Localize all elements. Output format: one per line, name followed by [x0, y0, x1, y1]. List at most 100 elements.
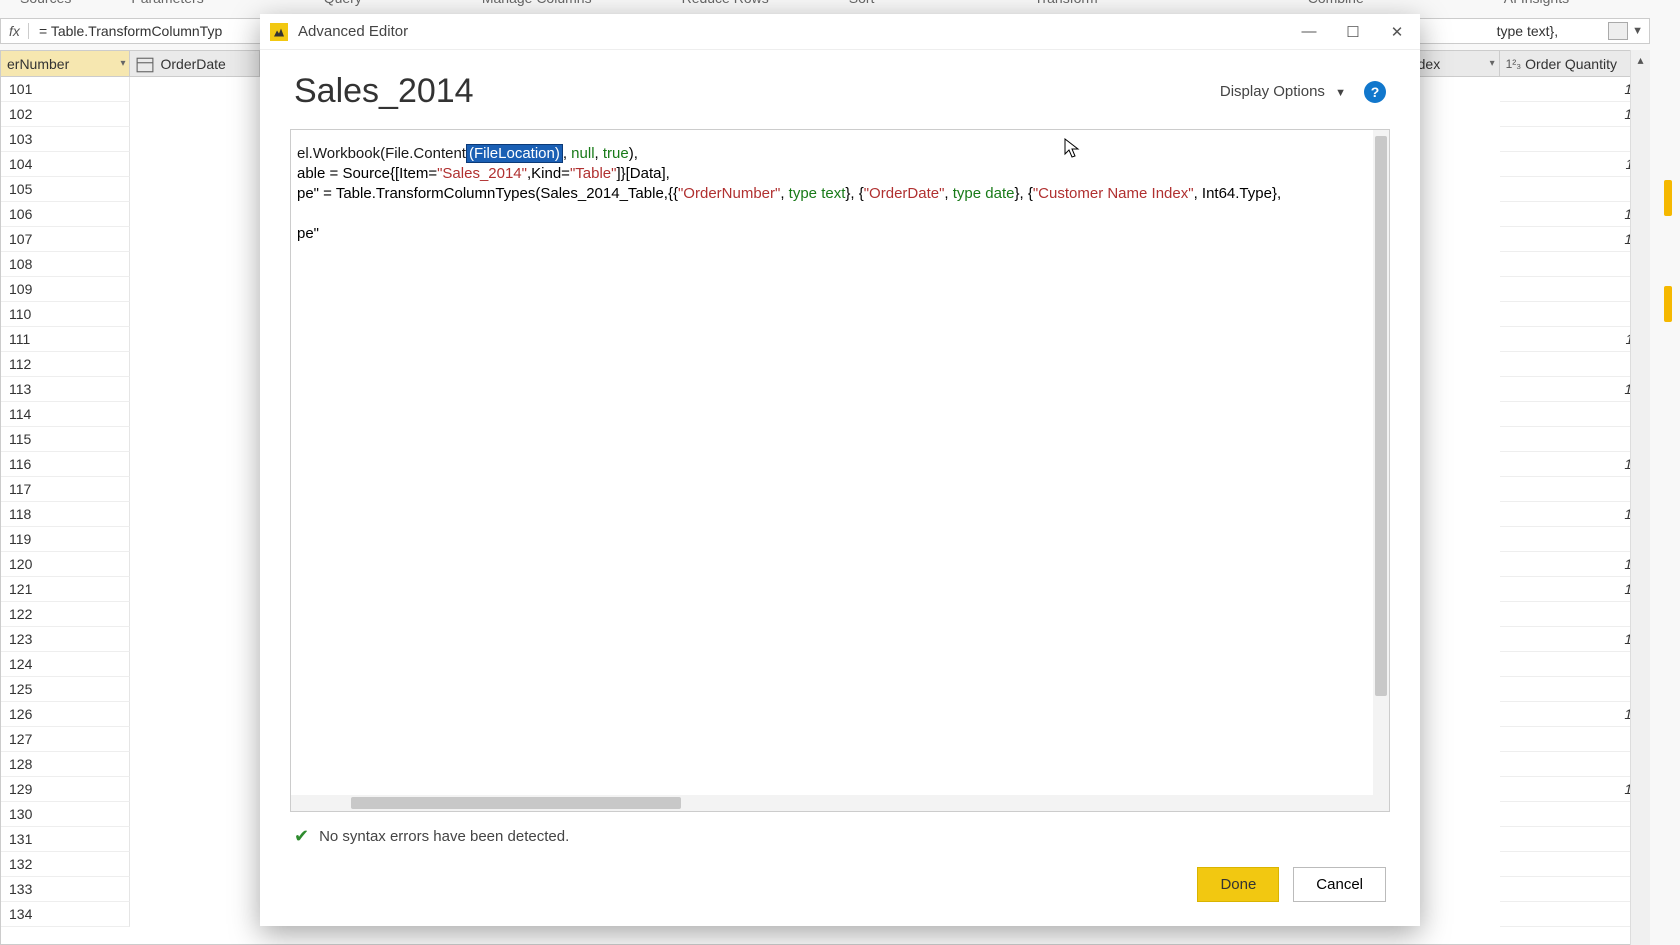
done-button[interactable]: Done [1197, 867, 1279, 902]
chevron-down-icon[interactable]: ▾ [120, 58, 125, 69]
quantity-cell[interactable]: 10 [1500, 577, 1649, 602]
column-header-quantity[interactable]: 1²₃ Order Quantity [1500, 51, 1649, 76]
quantity-cell[interactable]: 9 [1500, 652, 1649, 677]
ribbon-tab[interactable]: Manage Columns [452, 0, 622, 10]
formula-preview-box[interactable] [1608, 22, 1628, 40]
quantity-cell[interactable]: 7 [1500, 252, 1649, 277]
vertical-scrollbar[interactable] [1373, 130, 1389, 795]
row-id-cell[interactable]: 131 [1, 827, 130, 852]
quantity-cell[interactable]: 12 [1500, 227, 1649, 252]
scroll-up-arrow-icon[interactable]: ▴ [1631, 50, 1650, 70]
ribbon-tab[interactable]: Query [294, 0, 392, 10]
quantity-cell[interactable]: 7 [1500, 752, 1649, 777]
quantity-cell[interactable]: 13 [1500, 102, 1649, 127]
row-id-cell[interactable]: 110 [1, 302, 130, 327]
ribbon-tab[interactable]: Parameters [101, 0, 233, 10]
row-id-cell[interactable]: 115 [1, 427, 130, 452]
row-id-cell[interactable]: 107 [1, 227, 130, 252]
quantity-cell[interactable]: 6 [1500, 827, 1649, 852]
quantity-cell[interactable]: 5 [1500, 352, 1649, 377]
row-id-cell[interactable]: 119 [1, 527, 130, 552]
ribbon-tab[interactable]: AI Insights [1474, 0, 1599, 10]
ribbon-tab[interactable]: Combine [1278, 0, 1394, 10]
row-id-cell[interactable]: 114 [1, 402, 130, 427]
row-id-cell[interactable]: 126 [1, 702, 130, 727]
row-id-cell[interactable]: 118 [1, 502, 130, 527]
row-id-cell[interactable]: 101 [1, 77, 130, 102]
quantity-cell[interactable]: 2 [1500, 602, 1649, 627]
ribbon-tab[interactable]: Reduce Rows [652, 0, 799, 10]
quantity-cell[interactable]: 12 [1500, 377, 1649, 402]
minimize-button[interactable]: — [1296, 23, 1322, 41]
row-id-cell[interactable]: 127 [1, 727, 130, 752]
fx-button[interactable]: fx [1, 23, 29, 39]
row-id-cell[interactable]: 104 [1, 152, 130, 177]
row-id-cell[interactable]: 122 [1, 602, 130, 627]
quantity-cell[interactable]: 12 [1500, 777, 1649, 802]
row-id-cell[interactable]: 125 [1, 677, 130, 702]
ribbon-tab[interactable]: Sources [0, 0, 101, 10]
quantity-cell[interactable]: 4 [1500, 477, 1649, 502]
formula-text[interactable]: = Table.TransformColumnTyp [39, 23, 222, 39]
quantity-cell[interactable]: 15 [1500, 502, 1649, 527]
help-icon[interactable]: ? [1364, 81, 1386, 103]
quantity-cell[interactable]: 7 [1500, 177, 1649, 202]
column-header-orderdate[interactable]: OrderDate [130, 51, 259, 76]
quantity-cell[interactable]: 4 [1500, 677, 1649, 702]
row-id-cell[interactable]: 109 [1, 277, 130, 302]
row-id-cell[interactable]: 103 [1, 127, 130, 152]
dialog-titlebar[interactable]: Advanced Editor — ☐ ✕ [260, 14, 1420, 50]
row-id-cell[interactable]: 102 [1, 102, 130, 127]
quantity-cell[interactable]: 14 [1500, 627, 1649, 652]
quantity-cell[interactable]: 11 [1500, 327, 1649, 352]
code-selection[interactable]: (FileLocation) [466, 144, 563, 163]
quantity-cell[interactable]: 5 [1500, 127, 1649, 152]
row-id-cell[interactable]: 129 [1, 777, 130, 802]
row-id-cell[interactable]: 113 [1, 377, 130, 402]
row-id-cell[interactable]: 117 [1, 477, 130, 502]
scrollbar-thumb[interactable] [351, 797, 681, 809]
ribbon-tab[interactable]: Transform [1004, 0, 1127, 10]
row-id-cell[interactable]: 123 [1, 627, 130, 652]
row-id-cell[interactable]: 108 [1, 252, 130, 277]
horizontal-scrollbar[interactable] [291, 795, 1389, 811]
row-id-cell[interactable]: 130 [1, 802, 130, 827]
quantity-cell[interactable]: 15 [1500, 452, 1649, 477]
column-header-ordernumber[interactable]: erNumber ▾ [1, 51, 130, 76]
scrollbar-thumb[interactable] [1375, 136, 1387, 696]
quantity-cell[interactable]: 3 [1500, 402, 1649, 427]
quantity-cell[interactable] [1500, 902, 1649, 927]
display-options-dropdown[interactable]: Display Options ▼ [1220, 83, 1346, 100]
row-id-cell[interactable]: 121 [1, 577, 130, 602]
row-id-cell[interactable]: 128 [1, 752, 130, 777]
row-id-cell[interactable]: 133 [1, 877, 130, 902]
quantity-cell[interactable]: 13 [1500, 702, 1649, 727]
row-id-cell[interactable]: 112 [1, 352, 130, 377]
row-id-cell[interactable]: 134 [1, 902, 130, 927]
row-id-cell[interactable]: 132 [1, 852, 130, 877]
vertical-scrollbar[interactable]: ▴ [1630, 50, 1650, 945]
quantity-cell[interactable]: 2 [1500, 527, 1649, 552]
maximize-button[interactable]: ☐ [1340, 23, 1366, 41]
quantity-cell[interactable]: 15 [1500, 552, 1649, 577]
quantity-cell[interactable]: 12 [1500, 77, 1649, 102]
ribbon-tab[interactable]: Sort [819, 0, 905, 10]
row-id-cell[interactable]: 116 [1, 452, 130, 477]
row-id-cell[interactable]: 105 [1, 177, 130, 202]
chevron-down-icon[interactable]: ▾ [1490, 58, 1495, 69]
close-button[interactable]: ✕ [1384, 23, 1410, 41]
quantity-cell[interactable]: 9 [1500, 427, 1649, 452]
quantity-cell[interactable]: 2 [1500, 727, 1649, 752]
code-editor[interactable]: el.Workbook(File.Content(FileLocation), … [290, 129, 1390, 812]
quantity-cell[interactable]: 8 [1500, 877, 1649, 902]
quantity-cell[interactable]: 13 [1500, 202, 1649, 227]
quantity-cell[interactable]: 4 [1500, 802, 1649, 827]
quantity-cell[interactable]: 11 [1500, 152, 1649, 177]
cancel-button[interactable]: Cancel [1293, 867, 1386, 902]
row-id-cell[interactable]: 124 [1, 652, 130, 677]
chevron-down-icon[interactable]: ▼ [1632, 25, 1643, 37]
quantity-cell[interactable]: 6 [1500, 852, 1649, 877]
row-id-cell[interactable]: 106 [1, 202, 130, 227]
quantity-cell[interactable]: 2 [1500, 277, 1649, 302]
quantity-cell[interactable]: 6 [1500, 302, 1649, 327]
